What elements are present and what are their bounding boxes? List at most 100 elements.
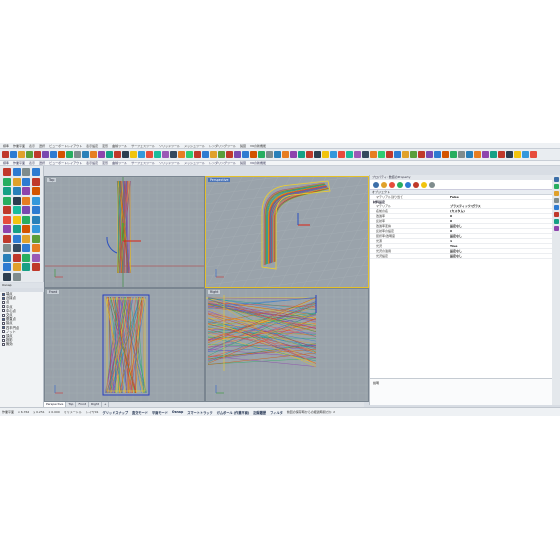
- tool-button-icon[interactable]: [426, 151, 433, 158]
- status-toggle-button[interactable]: 記録履歴: [253, 410, 266, 415]
- left-tool-icon[interactable]: [31, 215, 40, 224]
- left-tool-icon[interactable]: [3, 177, 11, 186]
- left-tool-icon[interactable]: [31, 168, 40, 176]
- left-tool-icon[interactable]: [12, 244, 21, 252]
- left-tool-icon[interactable]: [31, 187, 40, 195]
- status-toggle-button[interactable]: スマートトラック: [187, 410, 212, 415]
- tool-button-icon[interactable]: [442, 151, 449, 158]
- left-tool-icon[interactable]: [12, 206, 21, 214]
- left-tool-icon[interactable]: [12, 177, 21, 186]
- property-value[interactable]: 0: [450, 219, 553, 223]
- left-tool-icon[interactable]: [22, 215, 30, 224]
- toolbar-tab[interactable]: サーフェスツール: [131, 161, 155, 165]
- panel-tab-icon[interactable]: [553, 212, 559, 217]
- left-tool-icon[interactable]: [31, 244, 40, 252]
- tool-button-icon[interactable]: [506, 151, 513, 158]
- status-toggle-button[interactable]: ガムボール (作業平面): [217, 410, 250, 415]
- toolbar-tab[interactable]: 変形: [102, 161, 108, 165]
- panel-tab-icon[interactable]: [553, 191, 559, 196]
- left-tool-icon[interactable]: [12, 215, 21, 224]
- viewport-top[interactable]: Top: [44, 176, 205, 288]
- menu-item[interactable]: 表示設定: [86, 144, 98, 148]
- viewport-label-top[interactable]: Top: [47, 178, 57, 182]
- menu-item[interactable]: 標準: [3, 144, 9, 148]
- tool-button-icon[interactable]: [314, 151, 321, 158]
- left-tool-icon[interactable]: [12, 263, 21, 271]
- tool-button-icon[interactable]: [386, 151, 393, 158]
- property-value[interactable]: 設定なし: [450, 234, 553, 238]
- toolbar-tab[interactable]: ソリッドツール: [159, 161, 180, 165]
- tool-button-icon[interactable]: [82, 151, 89, 158]
- toolbar-tab[interactable]: レンダリングツール: [209, 161, 236, 165]
- panel-tab-icon[interactable]: [553, 226, 559, 231]
- tool-button-icon[interactable]: [114, 151, 121, 158]
- left-tool-icon[interactable]: [3, 187, 11, 195]
- viewport-right[interactable]: Right: [205, 288, 369, 402]
- property-page-icon[interactable]: [389, 181, 395, 188]
- left-tool-icon[interactable]: [12, 234, 21, 243]
- menu-item[interactable]: 作業平面: [13, 144, 25, 148]
- tool-button-icon[interactable]: [170, 151, 177, 158]
- property-page-icon[interactable]: [421, 181, 427, 188]
- toolbar-tab[interactable]: 曲線ツール: [112, 161, 127, 165]
- panel-tab-icon[interactable]: [553, 184, 559, 189]
- osnap-checkbox[interactable]: [2, 313, 5, 317]
- status-toggle-button[interactable]: 平面モード: [152, 410, 168, 415]
- left-tool-icon[interactable]: [22, 168, 30, 176]
- left-tool-icon[interactable]: [31, 234, 40, 243]
- tool-button-icon[interactable]: [122, 151, 129, 158]
- tool-button-icon[interactable]: [130, 151, 137, 158]
- left-tool-icon[interactable]: [22, 225, 30, 233]
- property-page-icon[interactable]: [429, 181, 435, 188]
- tool-button-icon[interactable]: [370, 151, 377, 158]
- tool-button-icon[interactable]: [498, 151, 505, 158]
- left-tool-icon[interactable]: [3, 168, 11, 176]
- property-value[interactable]: 1: [450, 239, 553, 243]
- osnap-checkbox[interactable]: [2, 322, 5, 326]
- toolbar-tab[interactable]: 表示設定: [86, 161, 98, 165]
- left-tool-icon[interactable]: [22, 177, 30, 186]
- property-value[interactable]: True: [450, 244, 553, 248]
- tool-button-icon[interactable]: [226, 151, 233, 158]
- left-tool-icon[interactable]: [3, 206, 11, 214]
- left-tool-icon[interactable]: [3, 196, 11, 205]
- left-tool-icon[interactable]: [22, 263, 30, 271]
- panel-tab-icon[interactable]: [553, 177, 559, 182]
- menu-item[interactable]: 製図: [240, 144, 246, 148]
- osnap-checkbox[interactable]: [2, 292, 5, 296]
- status-toggle-button[interactable]: フィルタ: [270, 410, 283, 415]
- tool-button-icon[interactable]: [34, 151, 41, 158]
- left-tool-icon[interactable]: [22, 206, 30, 214]
- tool-button-icon[interactable]: [42, 151, 49, 158]
- tool-button-icon[interactable]: [50, 151, 57, 158]
- tool-button-icon[interactable]: [514, 151, 521, 158]
- left-tool-icon[interactable]: [12, 196, 21, 205]
- toolbar-tab[interactable]: 選択: [39, 161, 45, 165]
- osnap-checkbox[interactable]: [2, 343, 5, 347]
- property-page-icon[interactable]: [373, 181, 379, 188]
- left-tool-icon[interactable]: [12, 187, 21, 195]
- tool-button-icon[interactable]: [98, 151, 105, 158]
- menu-item[interactable]: メッシュツール: [184, 144, 205, 148]
- panel-tab-icon[interactable]: [553, 219, 559, 224]
- tool-button-icon[interactable]: [530, 151, 537, 158]
- menu-item[interactable]: 選択: [39, 144, 45, 148]
- tool-button-icon[interactable]: [282, 151, 289, 158]
- viewport-label-right[interactable]: Right: [208, 290, 221, 294]
- tool-button-icon[interactable]: [466, 151, 473, 158]
- left-tool-icon[interactable]: [22, 244, 30, 252]
- tool-button-icon[interactable]: [234, 151, 241, 158]
- tool-button-icon[interactable]: [362, 151, 369, 158]
- left-tool-icon[interactable]: [12, 168, 21, 176]
- tool-button-icon[interactable]: [26, 151, 33, 158]
- status-toggle-button[interactable]: 直交モード: [132, 410, 148, 415]
- osnap-checkbox[interactable]: [2, 330, 5, 334]
- left-tool-icon[interactable]: [12, 272, 21, 281]
- osnap-checkbox[interactable]: [2, 296, 5, 300]
- left-tool-icon[interactable]: [22, 253, 30, 262]
- tool-button-icon[interactable]: [410, 151, 417, 158]
- tool-button-icon[interactable]: [266, 151, 273, 158]
- menu-item[interactable]: レンダリングツール: [209, 144, 236, 148]
- tool-button-icon[interactable]: [322, 151, 329, 158]
- tool-button-icon[interactable]: [58, 151, 65, 158]
